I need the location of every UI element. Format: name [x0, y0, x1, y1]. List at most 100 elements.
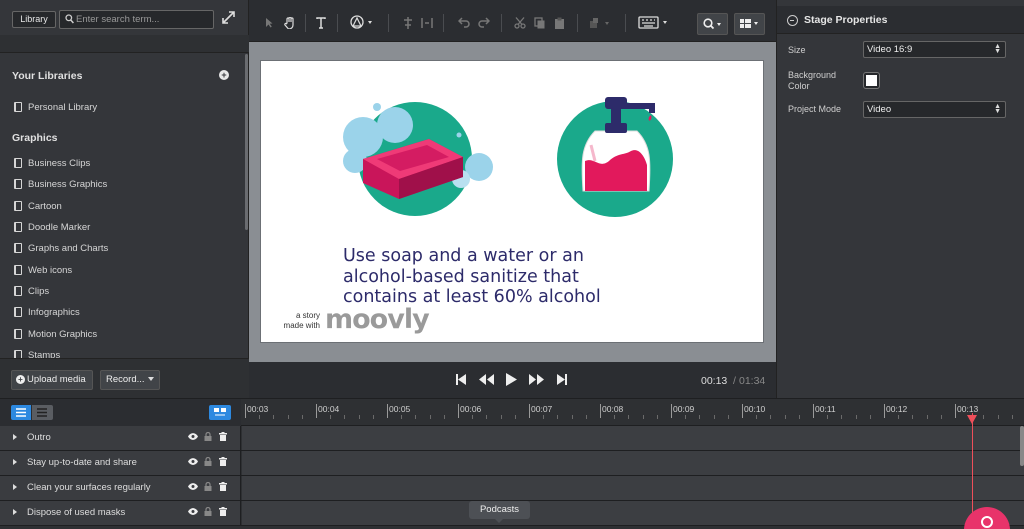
lock-icon[interactable] [204, 507, 212, 516]
library-item[interactable]: Graphs and Charts [14, 241, 108, 255]
record-button[interactable]: Record... [100, 370, 160, 390]
library-item-label: Stamps [28, 349, 61, 359]
eye-icon[interactable] [188, 458, 198, 465]
fit-icon [214, 408, 226, 416]
library-scrollbar[interactable] [245, 54, 248, 230]
search-input[interactable] [76, 12, 211, 27]
properties-header: Stage Properties [777, 6, 1024, 34]
library-button[interactable]: Library [12, 11, 56, 28]
eye-icon[interactable] [188, 483, 198, 490]
library-item-personal[interactable]: Personal Library [14, 100, 97, 114]
chevron-right-icon[interactable] [13, 434, 17, 440]
toolbar-separator [625, 14, 626, 32]
podcasts-tooltip: Podcasts [469, 501, 530, 523]
track-header[interactable]: Stay up-to-date and share [0, 451, 241, 475]
zoom-button[interactable] [697, 13, 728, 35]
library-search[interactable] [59, 10, 214, 29]
library-item[interactable]: Infographics [14, 305, 80, 319]
track-lane[interactable] [242, 451, 1024, 475]
track-header[interactable]: Outro [0, 426, 241, 450]
track-header[interactable]: Clean your surfaces regularly [0, 476, 241, 500]
size-value: Video 16:9 [867, 44, 913, 55]
library-item[interactable]: Doodle Marker [14, 220, 90, 234]
track-name: Dispose of used masks [27, 507, 126, 518]
story-label: a story made with [283, 311, 320, 330]
soap-bar-illustration[interactable] [337, 99, 497, 219]
text-icon[interactable] [316, 17, 326, 29]
expand-icon[interactable] [222, 11, 235, 24]
timeline-ruler[interactable]: 00:03 00:04 00:05 00:06 00:07 00:08 00:09 00:10… [241, 399, 1024, 426]
ruler-minor-tick [642, 415, 644, 419]
graphics-title: Graphics [12, 132, 58, 144]
fast-forward-icon[interactable] [529, 374, 544, 385]
library-item[interactable]: Clips [14, 284, 49, 298]
background-color-swatch[interactable] [863, 72, 880, 89]
ruler-minor-tick [614, 415, 616, 419]
play-icon[interactable] [506, 373, 517, 386]
chevron-right-icon[interactable] [13, 484, 17, 490]
track-header[interactable]: Dispose of used masks [0, 501, 241, 525]
ruler-tick-label: 00:05 [389, 404, 411, 414]
stage-canvas[interactable]: Use soap and a water or an alcohol-based… [260, 60, 764, 343]
skip-end-icon[interactable] [557, 374, 567, 385]
timeline-scrollbar[interactable] [1020, 426, 1024, 466]
timeline-track[interactable]: Stay up-to-date and share [0, 451, 1024, 476]
undo-icon[interactable] [458, 17, 470, 28]
copy-icon[interactable] [534, 17, 545, 29]
trash-icon[interactable] [219, 432, 227, 441]
lock-icon[interactable] [204, 482, 212, 491]
cut-icon[interactable] [514, 17, 526, 29]
size-select[interactable]: Video 16:9 ▲ ▼ [863, 41, 1006, 58]
collapse-icon[interactable] [787, 15, 798, 26]
group-icon[interactable] [589, 17, 611, 29]
sanitizer-illustration[interactable] [555, 91, 685, 221]
layout-button[interactable] [734, 13, 765, 35]
project-mode-label: Project Mode [788, 104, 842, 114]
your-libraries-title: Your Libraries [12, 70, 83, 82]
list-view-button[interactable] [11, 405, 31, 420]
library-item[interactable]: Cartoon [14, 199, 62, 213]
lock-icon[interactable] [204, 457, 212, 466]
upload-media-button[interactable]: + Upload media [11, 370, 93, 390]
rewind-icon[interactable] [479, 374, 494, 385]
trash-icon[interactable] [219, 482, 227, 491]
fit-timeline-button[interactable] [209, 405, 231, 420]
compact-view-button[interactable] [32, 405, 53, 420]
ruler-tick-label: 00:06 [460, 404, 482, 414]
hand-icon[interactable] [284, 17, 295, 29]
library-item[interactable]: Stamps [14, 348, 60, 358]
skip-start-icon[interactable] [456, 374, 466, 385]
timeline-track[interactable]: Clean your surfaces regularly [0, 476, 1024, 501]
track-lane[interactable] [242, 426, 1024, 450]
chevron-right-icon[interactable] [13, 509, 17, 515]
stage-headline[interactable]: Use soap and a water or an alcohol-based… [343, 246, 643, 308]
pointer-icon[interactable] [265, 17, 273, 28]
search-icon [703, 18, 721, 30]
track-lane[interactable] [242, 501, 1024, 525]
shape-icon[interactable] [350, 15, 374, 29]
library-item[interactable]: Business Graphics [14, 177, 107, 191]
library-item[interactable]: Web icons [14, 263, 72, 277]
timeline-track[interactable]: Outro [0, 426, 1024, 451]
chevron-right-icon[interactable] [13, 459, 17, 465]
trash-icon[interactable] [219, 457, 227, 466]
ruler-minor-tick [472, 415, 474, 419]
eye-icon[interactable] [188, 508, 198, 515]
library-item[interactable]: Motion Graphics [14, 327, 97, 341]
ruler-tick-label: 00:03 [247, 404, 269, 414]
trash-icon[interactable] [219, 507, 227, 516]
playhead-marker[interactable] [967, 415, 977, 424]
project-mode-select[interactable]: Video ▲ ▼ [863, 101, 1006, 118]
track-lane[interactable] [242, 476, 1024, 500]
eye-icon[interactable] [188, 433, 198, 440]
layout-icon [740, 19, 758, 28]
add-library-icon[interactable]: + [219, 70, 229, 80]
keyboard-icon[interactable] [638, 16, 670, 29]
paste-icon[interactable] [554, 17, 565, 30]
align-center-icon[interactable] [402, 17, 414, 29]
redo-icon[interactable] [478, 17, 490, 28]
distribute-icon[interactable] [421, 17, 433, 29]
upload-media-label: Upload media [27, 374, 86, 385]
library-item[interactable]: Business Clips [14, 156, 90, 170]
lock-icon[interactable] [204, 432, 212, 441]
